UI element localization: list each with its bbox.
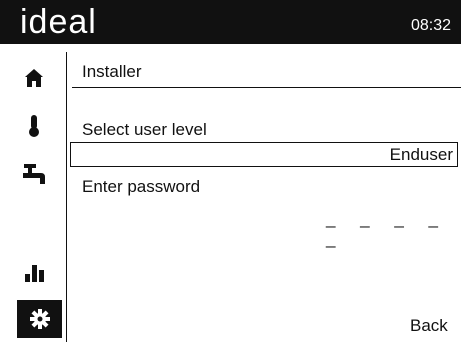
sidebar-divider xyxy=(66,52,67,342)
user-level-label: Select user level xyxy=(82,120,207,139)
password-label: Enter password xyxy=(82,177,201,196)
tap-icon xyxy=(23,164,45,184)
clock: 08:32 xyxy=(410,17,451,34)
user-level-value: Enduser xyxy=(389,145,453,164)
settings-gear-icon xyxy=(29,309,50,329)
home-icon xyxy=(25,69,43,87)
sidebar-item-statistics[interactable] xyxy=(14,254,54,290)
sidebar-item-home[interactable] xyxy=(14,60,54,96)
back-button[interactable]: Back xyxy=(410,316,448,336)
title-underline xyxy=(72,87,461,88)
top-bar: ideal 08:32 xyxy=(0,0,461,44)
sidebar-item-settings[interactable] xyxy=(17,300,62,338)
user-level-select[interactable]: Enduser xyxy=(70,142,458,167)
section-title: Installer xyxy=(82,62,142,81)
password-input[interactable]: _ _ _ _ _ xyxy=(326,209,461,249)
bar-chart-icon xyxy=(25,265,44,282)
sidebar-item-hot-water[interactable] xyxy=(14,156,54,192)
thermometer-icon xyxy=(29,115,39,137)
sidebar-item-temperature[interactable] xyxy=(14,108,54,144)
brand-logo: ideal xyxy=(20,3,97,41)
